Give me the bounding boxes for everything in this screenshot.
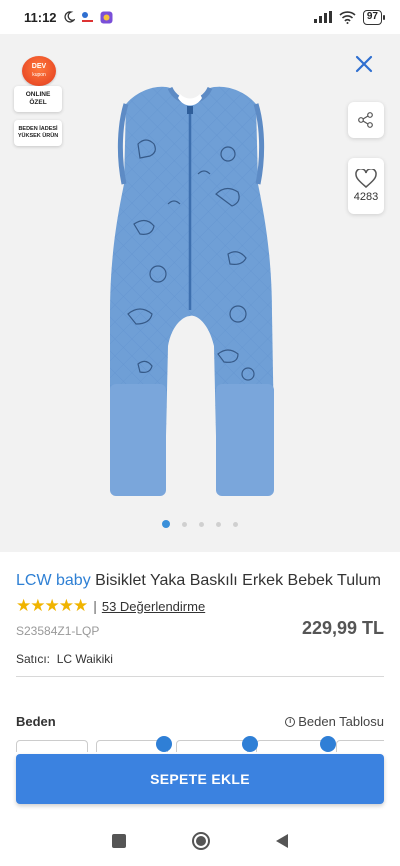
- iade-badge-line1: BEDEN İADESİ: [18, 126, 58, 132]
- wifi-icon: [339, 10, 356, 24]
- status-bar: 11:12 97: [0, 0, 400, 34]
- seller-label: Satıcı:: [16, 652, 51, 666]
- rating-row: ★★★★★ | 53 Değerlendirme: [16, 596, 384, 616]
- dev-badge-sub: kupon: [32, 72, 46, 78]
- dev-badge-label: DEV: [31, 63, 47, 70]
- online-exclusive-badge: ONLINE ÖZEL: [14, 86, 62, 112]
- size-header: Beden i Beden Tablosu: [16, 714, 384, 729]
- pagination-dot[interactable]: [216, 521, 221, 527]
- size-discount-marker: [242, 736, 258, 752]
- size-option[interactable]: [256, 740, 328, 752]
- dev-coupon-badge: DEV kupon: [22, 56, 56, 86]
- gallery-pagination: [0, 520, 400, 528]
- info-icon: i: [285, 716, 296, 727]
- share-icon: [358, 112, 373, 128]
- size-table-link[interactable]: i Beden Tablosu: [285, 714, 384, 729]
- product-title: LCW baby Bisiklet Yaka Baskılı Erkek Beb…: [16, 570, 384, 592]
- product-image[interactable]: [98, 84, 284, 504]
- moon-icon: [63, 11, 75, 23]
- star-rating: ★★★★★: [16, 596, 88, 615]
- back-button[interactable]: [276, 834, 288, 848]
- size-option[interactable]: [16, 740, 88, 752]
- size-options[interactable]: [16, 736, 384, 752]
- product-name: Bisiklet Yaka Baskılı Erkek Bebek Tulum: [90, 572, 381, 589]
- system-nav-bar: [0, 816, 400, 866]
- status-time: 11:12: [24, 9, 57, 25]
- app-notification-icon: [81, 12, 93, 22]
- pagination-dot[interactable]: [162, 520, 170, 528]
- recents-button[interactable]: [112, 834, 126, 848]
- reviews-link[interactable]: 53 Değerlendirme: [102, 599, 205, 614]
- add-to-cart-button[interactable]: SEPETE EKLE: [16, 754, 384, 804]
- size-return-badge: BEDEN İADESİ YÜKSEK ÜRÜN: [14, 120, 62, 146]
- iade-badge-line2: YÜKSEK ÜRÜN: [17, 133, 59, 139]
- home-button[interactable]: [192, 832, 210, 850]
- pagination-dot[interactable]: [199, 521, 204, 527]
- product-gallery[interactable]: DEV kupon ONLINE ÖZEL BEDEN İADESİ YÜKSE…: [0, 34, 400, 552]
- seller-name[interactable]: LC Waikiki: [57, 652, 113, 666]
- signal-icon: [313, 11, 332, 23]
- size-table-label: Beden Tablosu: [298, 714, 384, 729]
- share-button[interactable]: [348, 102, 384, 138]
- seller-row: Satıcı: LC Waikiki: [16, 652, 384, 666]
- rating-separator: |: [93, 598, 97, 614]
- favorite-button[interactable]: 4283: [348, 158, 384, 214]
- product-info: LCW baby Bisiklet Yaka Baskılı Erkek Beb…: [16, 570, 384, 677]
- brand-link[interactable]: LCW baby: [16, 572, 91, 589]
- divider: [16, 676, 384, 677]
- size-option[interactable]: [336, 740, 384, 752]
- heart-icon: [355, 169, 377, 188]
- close-icon: [355, 55, 373, 73]
- favorite-count: 4283: [353, 191, 379, 203]
- product-price: 229,99 TL: [301, 618, 384, 638]
- pagination-dot[interactable]: [233, 521, 238, 527]
- online-badge-line1: ONLINE: [25, 91, 51, 98]
- close-button[interactable]: [352, 52, 376, 76]
- size-discount-marker: [320, 736, 336, 752]
- pagination-dot[interactable]: [182, 521, 187, 527]
- online-badge-line2: ÖZEL: [29, 99, 47, 106]
- app-notification-icon-2: [100, 11, 113, 23]
- size-option[interactable]: [176, 740, 248, 752]
- battery-indicator: 97: [362, 9, 386, 25]
- size-discount-marker: [156, 736, 172, 752]
- size-label: Beden: [16, 714, 56, 729]
